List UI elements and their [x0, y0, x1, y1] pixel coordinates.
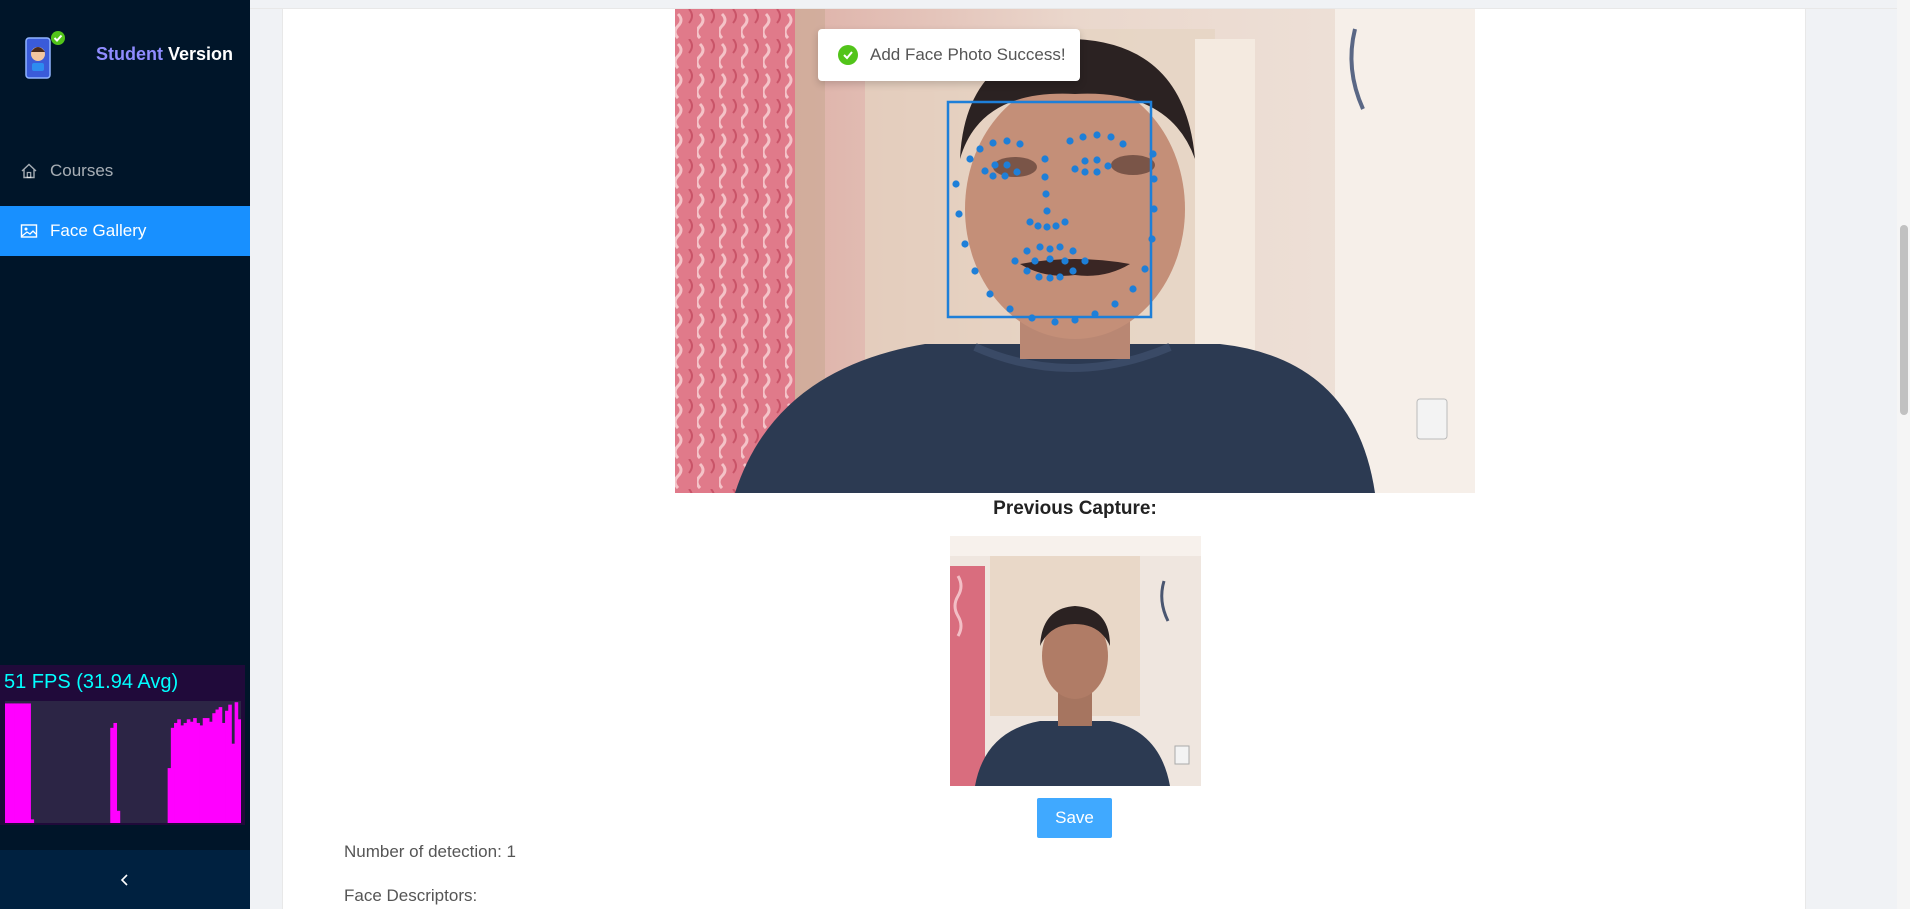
sidebar-item-face-gallery[interactable]: Face Gallery — [0, 206, 250, 256]
fps-bar — [170, 727, 175, 823]
brand-part-1: Student — [96, 44, 163, 64]
fps-bar — [17, 703, 22, 823]
sidebar: Student Version Courses Face Gallery 51 … — [0, 0, 250, 909]
fps-bar — [8, 703, 12, 823]
fps-bar — [116, 810, 121, 823]
fps-bar — [234, 702, 239, 823]
fps-bar — [183, 722, 188, 823]
fps-bar — [180, 725, 184, 823]
fps-bar — [24, 703, 28, 823]
check-circle-icon — [838, 45, 858, 65]
fps-bar — [205, 718, 210, 823]
fps-bar — [215, 709, 220, 823]
fps-graph — [5, 701, 241, 823]
chevron-left-icon — [120, 873, 128, 886]
fps-bar — [110, 727, 114, 823]
save-button[interactable]: Save — [1037, 798, 1112, 838]
page-scrollbar[interactable] — [1897, 0, 1910, 909]
sidebar-item-label: Courses — [50, 161, 114, 180]
fps-bar — [30, 819, 35, 823]
fps-bar — [14, 703, 19, 823]
fps-bar — [231, 743, 236, 823]
fps-bar — [5, 703, 9, 823]
fps-bar — [113, 722, 118, 823]
fps-bar — [209, 721, 213, 823]
brand-title: Student Version — [96, 44, 233, 65]
face-descriptors-label: Face Descriptors: — [344, 886, 478, 905]
sidebar-item-courses[interactable]: Courses — [0, 146, 250, 196]
logo-area: Student Version — [0, 0, 250, 110]
sidebar-item-label: Face Gallery — [50, 221, 147, 240]
brand-part-2: Version — [168, 44, 234, 64]
student-phone-logo-icon — [25, 31, 65, 79]
fps-bar — [225, 710, 229, 823]
success-toast: Add Face Photo Success! — [818, 29, 1080, 81]
fps-monitor: 51 FPS (31.94 Avg) — [0, 665, 245, 825]
sidebar-menu: Courses Face Gallery — [0, 146, 250, 266]
fps-bar — [212, 713, 216, 823]
sidebar-collapse-button[interactable] — [0, 850, 250, 909]
fps-bar — [221, 722, 226, 823]
home-icon — [21, 163, 37, 179]
previous-capture-image — [950, 536, 1201, 786]
fps-bar — [237, 719, 241, 823]
toast-message: Add Face Photo Success! — [870, 45, 1066, 64]
fps-bar — [186, 719, 191, 823]
fps-bar — [228, 704, 232, 823]
fps-bar — [193, 718, 197, 823]
fps-bar — [11, 703, 15, 823]
scrollbar-thumb[interactable] — [1900, 225, 1908, 415]
fps-bar — [174, 722, 178, 823]
detection-count: Number of detection: 1 — [344, 842, 516, 861]
webcam-feed — [675, 9, 1475, 493]
fps-bar — [199, 725, 204, 823]
fps-label: 51 FPS (31.94 Avg) — [4, 671, 179, 693]
fps-bar — [177, 719, 181, 823]
fps-bar — [218, 707, 223, 823]
fps-bar — [167, 768, 172, 823]
picture-icon — [20, 224, 38, 238]
fps-bar — [27, 703, 31, 823]
fps-bar — [202, 718, 207, 823]
fps-bar — [20, 703, 25, 823]
previous-capture-title: Previous Capture: — [993, 498, 1157, 519]
fps-bar — [189, 721, 194, 823]
fps-bar — [196, 722, 200, 823]
